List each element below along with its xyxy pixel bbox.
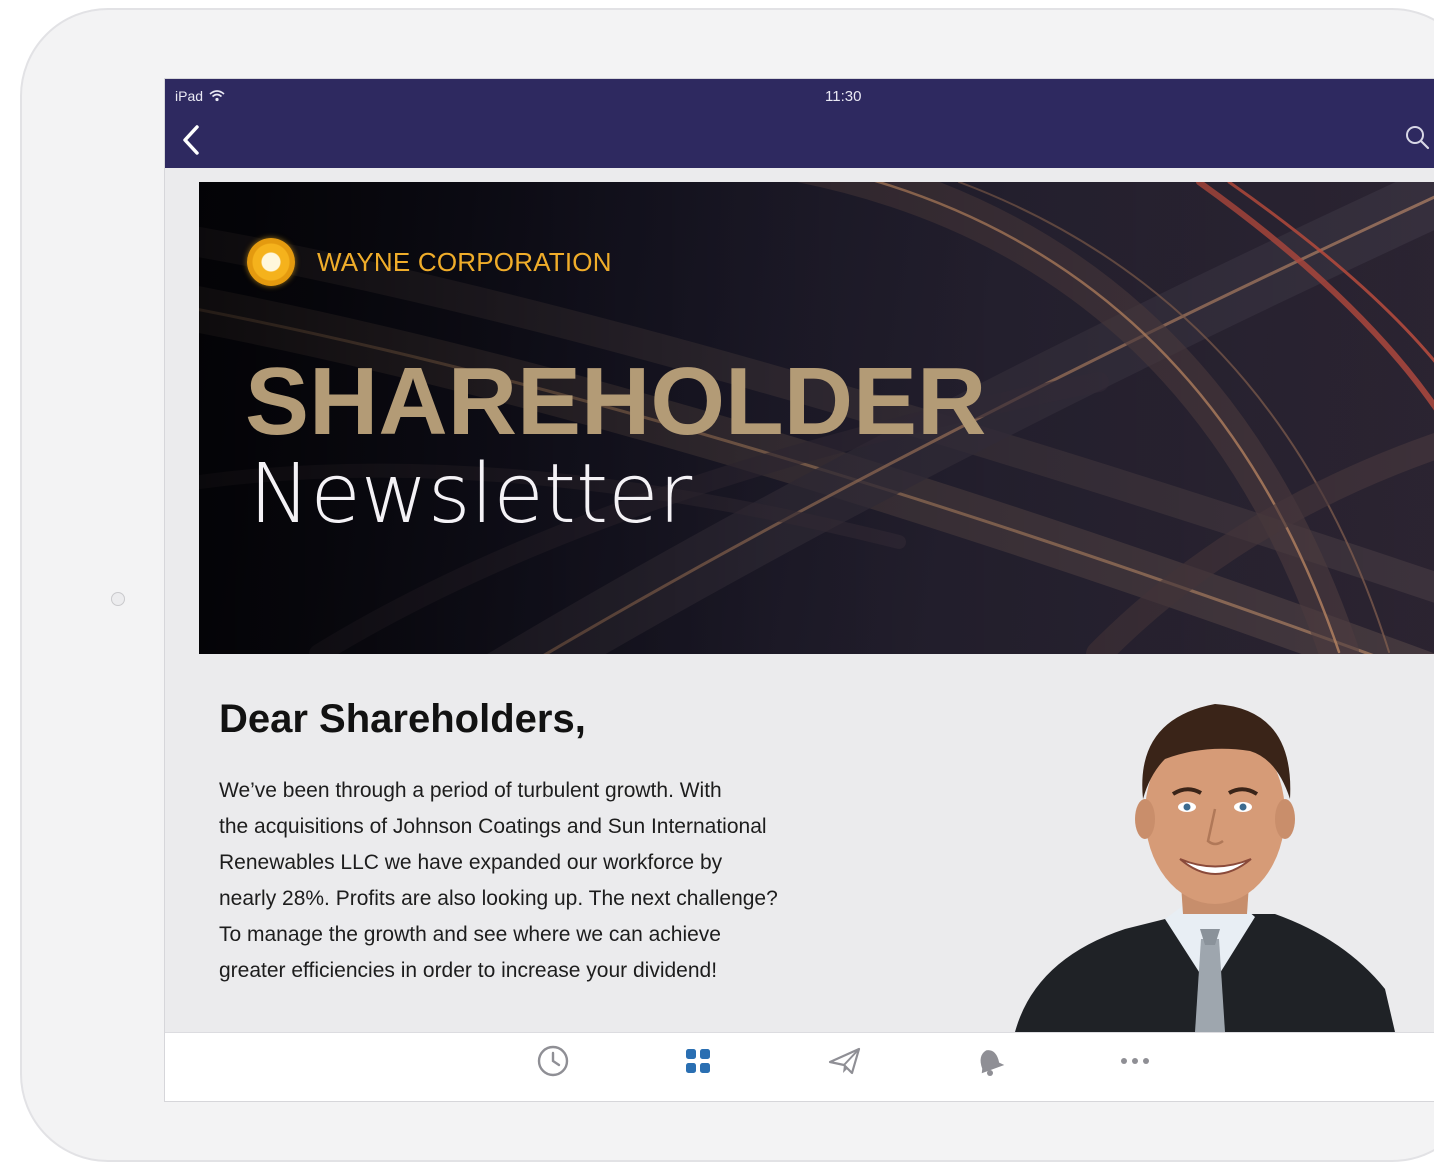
app-screen: iPad 11:30 WAYNE CORPORATION SHAREHOLDER… <box>165 79 1434 1101</box>
bell-icon <box>980 1050 1005 1076</box>
letter-line: We’ve been through a period of turbulent… <box>219 779 722 802</box>
tab-notifications[interactable] <box>969 1041 1009 1081</box>
search-button[interactable] <box>1403 123 1431 153</box>
letter-line: To manage the growth and see where we ca… <box>219 923 721 946</box>
tab-dashboard[interactable] <box>678 1041 718 1081</box>
paper-plane-icon <box>828 1047 861 1075</box>
status-time: 11:30 <box>825 88 862 105</box>
tab-bar <box>165 1032 1434 1101</box>
ceo-portrait <box>1015 704 1395 1032</box>
grid-icon <box>686 1049 710 1073</box>
brand-lockup: WAYNE CORPORATION <box>247 238 612 286</box>
newsletter-banner: WAYNE CORPORATION SHAREHOLDER Newsletter <box>199 182 1434 654</box>
search-icon <box>1406 126 1430 150</box>
back-button[interactable] <box>177 123 207 157</box>
brand-name: WAYNE CORPORATION <box>317 246 612 277</box>
clock-icon <box>537 1045 569 1077</box>
letter-line: greater efficiencies in order to increas… <box>219 959 718 982</box>
status-bar-left: iPad <box>175 88 225 104</box>
more-icon <box>1121 1058 1149 1064</box>
letter-body: We’ve been through a period of turbulent… <box>219 773 839 989</box>
brand-logo-icon <box>247 238 295 286</box>
navigation-bar: iPad 11:30 <box>165 79 1434 168</box>
chevron-left-icon <box>183 125 199 155</box>
tab-more[interactable] <box>1115 1041 1155 1081</box>
front-camera <box>111 592 125 606</box>
letter-line: Renewables LLC we have expanded our work… <box>219 851 723 874</box>
tab-send[interactable] <box>825 1041 865 1081</box>
letter-line: the acquisitions of Johnson Coatings and… <box>219 815 767 838</box>
banner-title: SHAREHOLDER <box>245 348 987 455</box>
letter-line: nearly 28%. Profits are also looking up.… <box>219 887 778 910</box>
letter-heading: Dear Shareholders, <box>219 697 586 741</box>
tab-recent[interactable] <box>533 1041 573 1081</box>
banner-subtitle: Newsletter <box>249 447 693 542</box>
device-label: iPad <box>175 88 204 104</box>
wifi-icon <box>209 90 225 102</box>
